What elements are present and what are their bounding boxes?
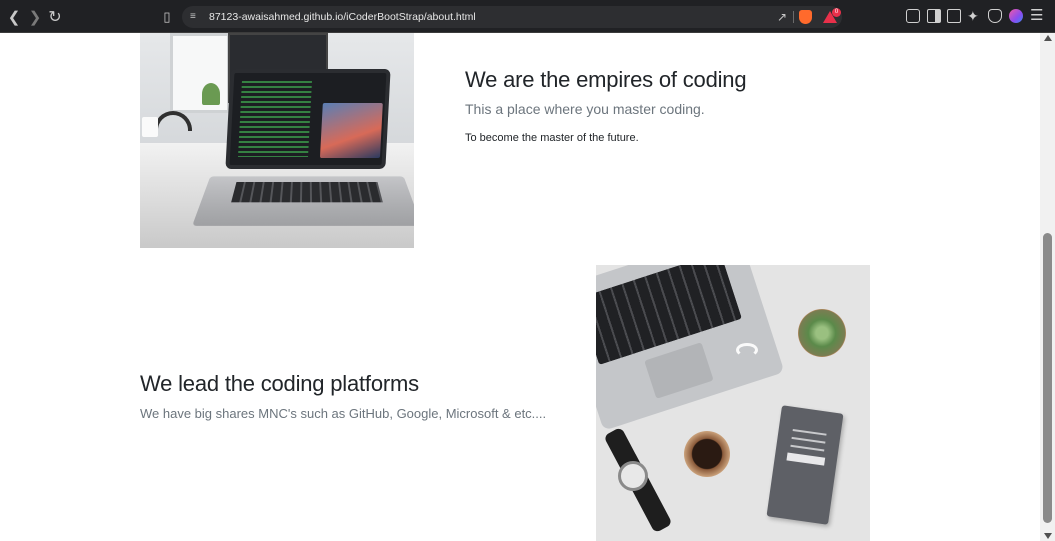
brave-shields-icon[interactable] (799, 10, 812, 24)
rewards-badge: 0 (832, 8, 841, 17)
vpn-shield-icon[interactable] (988, 9, 1002, 23)
url-separator (793, 11, 794, 23)
scroll-up-arrow-icon[interactable] (1044, 35, 1052, 41)
scrollbar-thumb[interactable] (1043, 233, 1052, 523)
share-icon[interactable]: ↗ (777, 6, 787, 28)
page-content: We are the empires of coding This a plac… (0, 33, 1040, 541)
chevron-left-icon[interactable]: ❮ (4, 0, 24, 33)
browser-toolbar: ❮ ❯ ↻ ▯ ≡ 87123-awaisahmed.github.io/iCo… (0, 0, 1055, 33)
sidebar-icon[interactable] (927, 9, 941, 23)
hamburger-menu-icon[interactable]: ☰ (1030, 9, 1044, 23)
scroll-down-arrow-icon[interactable] (1044, 533, 1052, 539)
leo-ai-icon[interactable]: ✦ (967, 9, 981, 23)
bookmark-icon[interactable]: ▯ (157, 0, 177, 33)
wallet-icon[interactable] (947, 9, 961, 23)
section2-lead: We have big shares MNC's such as GitHub,… (140, 406, 546, 421)
laptop-on-desk-image (140, 33, 414, 248)
tune-icon[interactable]: ≡ (190, 6, 196, 28)
profile-icon[interactable] (1009, 9, 1023, 23)
page-scrollbar[interactable] (1040, 33, 1055, 541)
chevron-right-icon[interactable]: ❯ (25, 0, 45, 33)
section1-text: To become the master of the future. (465, 132, 639, 144)
section1-heading: We are the empires of coding (465, 67, 746, 93)
laptop-flatlay-image (596, 265, 870, 541)
reload-icon[interactable]: ↻ (45, 0, 65, 33)
section2-heading: We lead the coding platforms (140, 371, 419, 397)
puzzle-icon[interactable] (906, 9, 920, 23)
url-text[interactable]: 87123-awaisahmed.github.io/iCoderBootStr… (209, 6, 476, 28)
section1-lead: This a place where you master coding. (465, 101, 705, 117)
address-bar[interactable]: ≡ 87123-awaisahmed.github.io/iCoderBootS… (182, 6, 842, 28)
